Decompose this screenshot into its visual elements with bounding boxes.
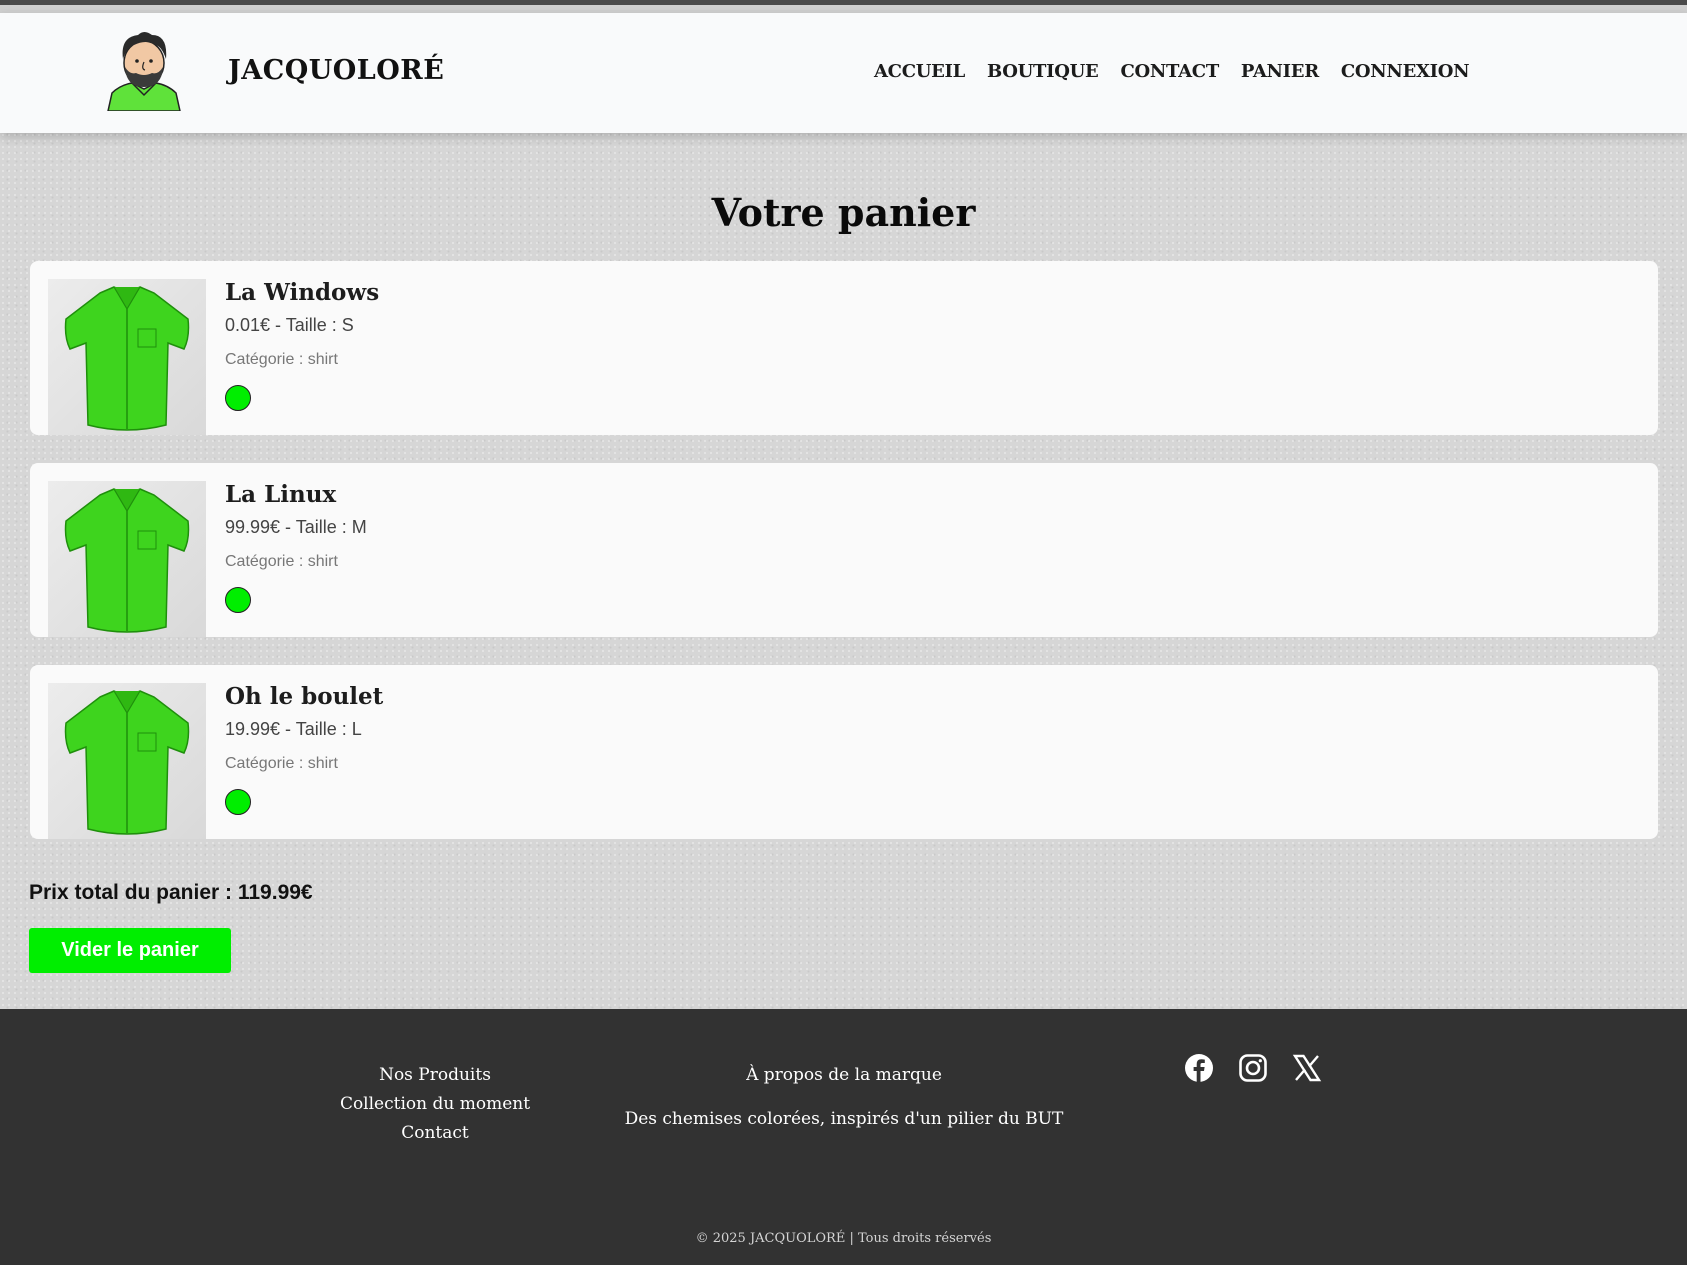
nav-boutique[interactable]: BOUTIQUE [987,61,1099,82]
top-border-light [0,5,1687,13]
color-swatch [225,789,251,815]
about-text: Des chemises colorées, inspirés d'un pil… [624,1109,1064,1129]
green-shirt-image [48,279,206,435]
cart-item: Oh le boulet 19.99€ - Taille : L Catégor… [30,665,1658,839]
site-header: JACQUOLORÉ ACCUEIL BOUTIQUE CONTACT PANI… [0,13,1687,133]
green-shirt-image [48,481,206,637]
x-twitter-icon[interactable] [1292,1053,1322,1083]
cart-item: La Linux 99.99€ - Taille : M Catégorie :… [30,463,1658,637]
item-category: Catégorie : shirt [225,553,338,570]
copyright: © 2025 JACQUOLORÉ | Tous droits réservés [695,1231,992,1246]
cart-total: Prix total du panier : 119.99€ [29,881,313,904]
color-swatch [225,587,251,613]
footer-link-contact[interactable]: Contact [330,1119,540,1148]
facebook-icon[interactable] [1184,1053,1214,1083]
nav-accueil[interactable]: ACCUEIL [874,61,965,82]
social-links [1184,1053,1322,1083]
item-name: La Windows [225,279,380,306]
color-swatch [225,385,251,411]
main-nav: ACCUEIL BOUTIQUE CONTACT PANIER CONNEXIO… [874,61,1470,82]
nav-panier[interactable]: PANIER [1241,61,1319,82]
footer-link-produits[interactable]: Nos Produits [330,1061,540,1090]
footer-about: À propos de la marque Des chemises color… [600,1065,1088,1129]
nav-contact[interactable]: CONTACT [1120,61,1219,82]
brand-name[interactable]: JACQUOLORÉ [228,55,444,86]
green-shirt-image [48,683,206,839]
item-category: Catégorie : shirt [225,351,338,368]
instagram-icon[interactable] [1238,1053,1268,1083]
clear-cart-button[interactable]: Vider le panier [29,928,231,973]
item-category: Catégorie : shirt [225,755,338,772]
page-title: Votre panier [711,190,976,235]
footer-links: Nos Produits Collection du moment Contac… [330,1061,540,1148]
caricature-avatar-icon[interactable] [104,29,184,111]
footer-link-collection[interactable]: Collection du moment [330,1090,540,1119]
item-price-size: 0.01€ - Taille : S [225,315,354,335]
cart-item: La Windows 0.01€ - Taille : S Catégorie … [30,261,1658,435]
item-price-size: 19.99€ - Taille : L [225,719,362,739]
site-footer: Nos Produits Collection du moment Contac… [0,1009,1687,1265]
item-name: Oh le boulet [225,683,384,710]
item-name: La Linux [225,481,337,508]
item-price-size: 99.99€ - Taille : M [225,517,367,537]
nav-connexion[interactable]: CONNEXION [1341,61,1470,82]
about-heading: À propos de la marque [746,1065,942,1085]
